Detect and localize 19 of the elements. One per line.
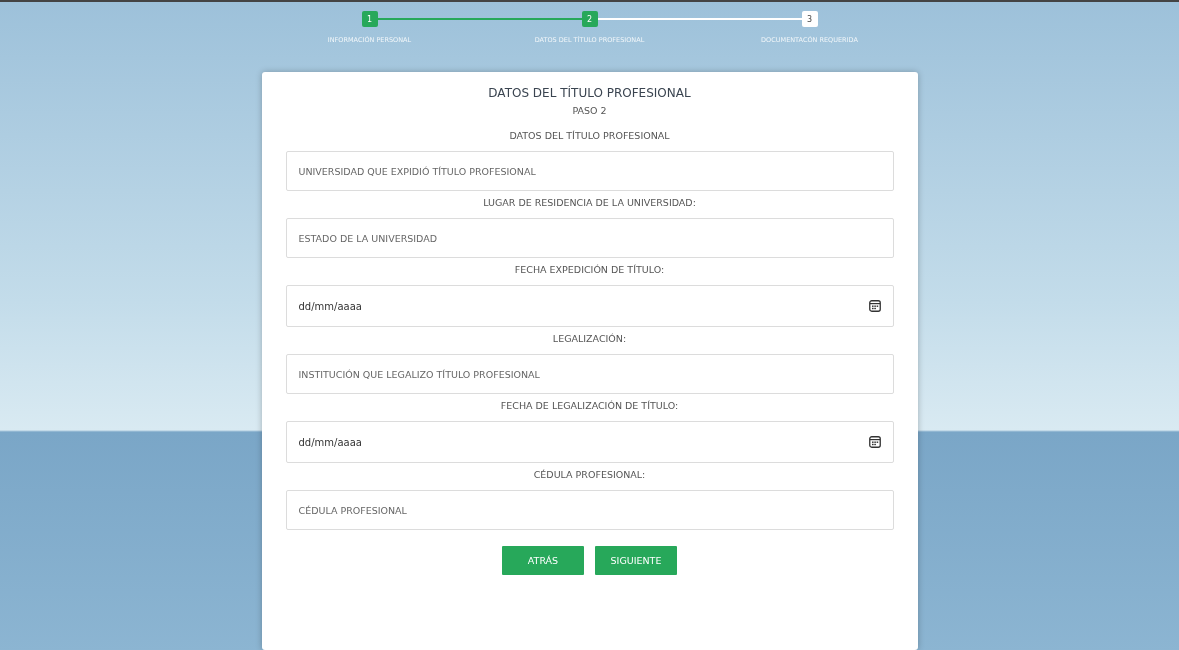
text-field[interactable]: CÉDULA PROFESIONAL <box>285 490 894 530</box>
step-caption: PASO 2 <box>572 105 607 116</box>
calendar-icon[interactable] <box>868 300 881 312</box>
field-label: CÉDULA PROFESIONAL: <box>533 469 646 480</box>
field-label: LUGAR DE RESIDENCIA DE LA UNIVERSIDAD: <box>483 197 696 208</box>
field-label: DATOS DEL TÍTULO PROFESIONAL <box>509 130 670 141</box>
step-number: 3 <box>801 11 818 27</box>
field-label: FECHA EXPEDICIÓN DE TÍTULO: <box>514 264 665 275</box>
form-title: DATOS DEL TÍTULO PROFESIONAL <box>488 86 691 100</box>
text-field[interactable]: UNIVERSIDAD QUE EXPIDIÓ TÍTULO PROFESIONAL <box>285 151 894 191</box>
date-field[interactable]: dd/mm/aaaa <box>285 285 894 327</box>
text-field[interactable]: INSTITUCIÓN QUE LEGALIZO TÍTULO PROFESIONAL <box>285 354 894 394</box>
field-label: FECHA DE LEGALIZACIÓN DE TÍTULO: <box>500 400 679 411</box>
step-number: 2 <box>581 11 598 27</box>
text-field[interactable]: ESTADO DE LA UNIVERSIDAD <box>285 218 894 258</box>
step-number: 1 <box>361 11 378 27</box>
date-field[interactable]: dd/mm/aaaa <box>285 421 894 463</box>
calendar-icon[interactable] <box>868 436 881 448</box>
field-label: LEGALIZACIÓN: <box>552 333 627 344</box>
